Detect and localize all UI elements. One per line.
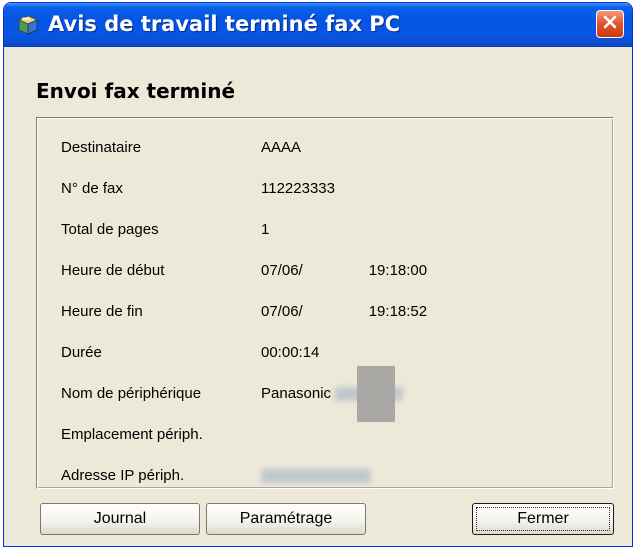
date-prefix: 07/06/ — [261, 303, 303, 320]
detail-value: 07/06/19:18:00 — [261, 259, 427, 283]
detail-value: 112223333 — [261, 180, 335, 197]
detail-value: 00:00:14 — [261, 344, 320, 361]
close-dialog-button[interactable]: Fermer — [472, 503, 614, 535]
detail-value: 07/06/19:18:52 — [261, 300, 427, 324]
close-icon — [602, 14, 618, 35]
close-dialog-button-label: Fermer — [476, 507, 610, 531]
date-prefix: 07/06/ — [261, 262, 303, 279]
time-value: 19:18:52 — [368, 303, 428, 320]
dialog-window: Avis de travail terminé fax PC Envoi fax… — [3, 2, 633, 547]
details-panel: Destinataire AAAA N° de fax 112223333 To… — [36, 117, 614, 489]
detail-label: Adresse IP périph. — [61, 467, 185, 484]
detail-label: Heure de fin — [61, 303, 143, 320]
detail-label: Durée — [61, 344, 102, 361]
device-brand: Panasonic — [261, 385, 332, 402]
time-value: 19:18:00 — [368, 262, 428, 279]
journal-button[interactable]: Journal — [40, 503, 200, 535]
fax-app-icon — [16, 13, 40, 37]
redacted-ip — [261, 469, 371, 484]
detail-label: Heure de début — [61, 262, 165, 279]
settings-button[interactable]: Paramétrage — [206, 503, 366, 535]
redaction-block — [357, 366, 395, 422]
title-bar[interactable]: Avis de travail terminé fax PC — [4, 3, 632, 47]
detail-value: 1 — [261, 221, 270, 238]
detail-label: Destinataire — [61, 139, 142, 156]
journal-button-label: Journal — [93, 510, 147, 527]
detail-label: Emplacement périph. — [61, 426, 203, 443]
detail-value — [261, 464, 371, 488]
detail-value: AAAA — [261, 139, 302, 156]
close-button[interactable] — [596, 10, 624, 38]
status-heading: Envoi fax terminé — [36, 79, 236, 103]
detail-label: Total de pages — [61, 221, 159, 238]
detail-label: Nom de périphérique — [61, 385, 202, 402]
settings-button-label: Paramétrage — [239, 510, 333, 527]
window-title: Avis de travail terminé fax PC — [48, 12, 401, 36]
detail-label: N° de fax — [61, 180, 123, 197]
